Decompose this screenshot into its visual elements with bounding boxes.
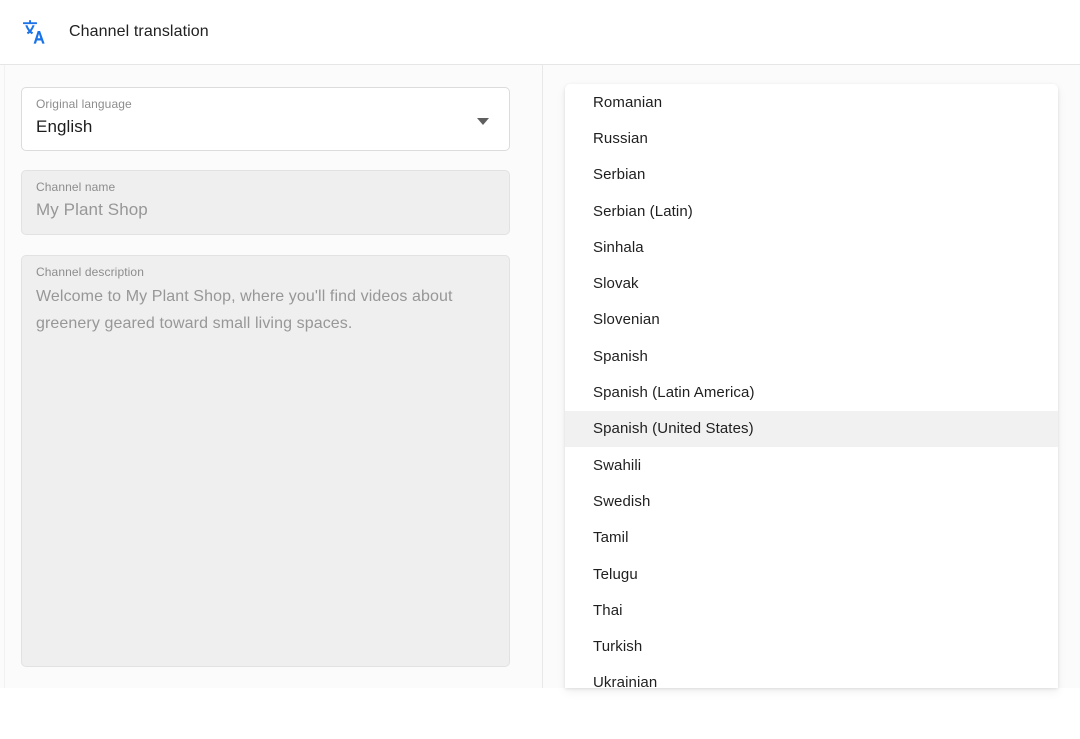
channel-translation-screen: Channel translation Original language En…	[0, 0, 1080, 739]
language-option[interactable]: Sinhala	[565, 229, 1058, 265]
original-language-label: Original language	[36, 97, 132, 111]
language-option[interactable]: Spanish	[565, 338, 1058, 374]
language-option-label: Swahili	[593, 456, 642, 474]
source-form-pane: Original language English Channel name M…	[0, 65, 543, 688]
language-option-label: Sinhala	[593, 238, 644, 256]
language-option[interactable]: Slovak	[565, 265, 1058, 301]
channel-name-label: Channel name	[36, 180, 116, 194]
language-option-label: Turkish	[593, 638, 643, 656]
chevron-down-icon[interactable]	[477, 118, 489, 125]
channel-description-field: Channel description Welcome to My Plant …	[21, 255, 510, 667]
page-title: Channel translation	[69, 23, 209, 40]
language-option-label: Spanish	[593, 347, 648, 365]
language-option[interactable]: Slovenian	[565, 302, 1058, 338]
language-option-label: Serbian (Latin)	[593, 202, 693, 220]
translate-icon	[19, 17, 49, 47]
translation-target-pane: Romanian Russian Serbian Serbian (Latin) Sin…	[544, 65, 1080, 688]
language-option-label: Tamil	[593, 529, 629, 547]
pane-edge-divider	[4, 65, 5, 688]
language-option[interactable]: Ukrainian	[565, 665, 1058, 688]
language-option-label: Thai	[593, 601, 623, 619]
channel-name-field: Channel name My Plant Shop	[21, 170, 510, 235]
page-header: Channel translation	[0, 0, 1080, 65]
language-option[interactable]: Swahili	[565, 447, 1058, 483]
language-option[interactable]: Serbian	[565, 157, 1058, 193]
language-option[interactable]: Thai	[565, 592, 1058, 628]
original-language-value: English	[36, 117, 93, 136]
language-option-label: Spanish (Latin America)	[593, 384, 755, 402]
original-language-select[interactable]: Original language English	[21, 87, 510, 151]
body-area: Original language English Channel name M…	[0, 65, 1080, 688]
channel-description-label: Channel description	[36, 265, 144, 279]
language-option[interactable]: Russian	[565, 120, 1058, 156]
language-option[interactable]: Turkish	[565, 628, 1058, 664]
language-option[interactable]: Spanish (Latin America)	[565, 374, 1058, 410]
language-option-label: Telugu	[593, 565, 638, 583]
language-option-label: Serbian	[593, 166, 646, 184]
language-dropdown-panel: Romanian Russian Serbian Serbian (Latin) Sin…	[565, 84, 1058, 688]
language-option-label: Slovenian	[593, 311, 660, 329]
language-option-label: Romanian	[593, 93, 663, 111]
language-option-label: Spanish (United States)	[593, 420, 754, 438]
language-option[interactable]: Serbian (Latin)	[565, 193, 1058, 229]
language-option-label: Slovak	[593, 275, 639, 293]
language-option[interactable]: Spanish (United States)	[565, 410, 1058, 447]
channel-name-value: My Plant Shop	[36, 200, 148, 219]
language-option-list[interactable]: Romanian Russian Serbian Serbian (Latin) Sin…	[565, 84, 1058, 688]
language-option-label: Russian	[593, 129, 648, 147]
channel-description-value: Welcome to My Plant Shop, where you'll f…	[36, 288, 453, 332]
language-option[interactable]: Tamil	[565, 520, 1058, 556]
language-option-label: Ukrainian	[593, 674, 658, 688]
language-option[interactable]: Swedish	[565, 483, 1058, 519]
language-option[interactable]: Telugu	[565, 556, 1058, 592]
language-option[interactable]: Romanian	[565, 84, 1058, 120]
language-option-label: Swedish	[593, 492, 651, 510]
